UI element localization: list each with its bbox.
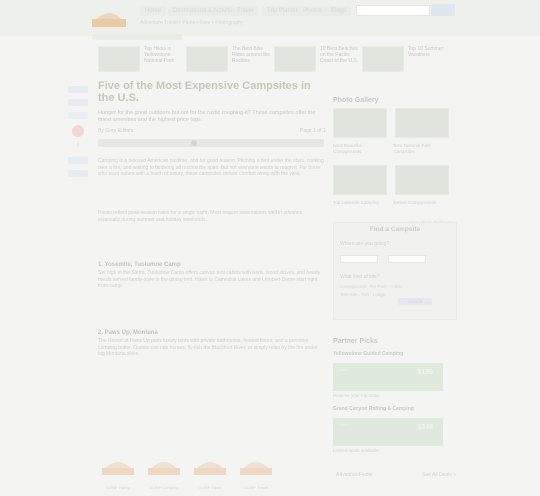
sub-navigation[interactable]: Adventure Travel • Parks • Gear • Photog… [140,20,244,26]
deal-caption[interactable]: Reserve your trip today [333,393,455,398]
feature-label[interactable]: 10 Best Beaches on the Pacific Coast of … [320,46,364,64]
article-paragraph: Camping is a beloved American pastime, a… [98,158,324,178]
media-player[interactable] [98,139,324,147]
article-byline: By Gorp Editors [98,128,134,134]
section-heading: 1. Yosemite, Tuolumne Camp [98,262,181,268]
feature-thumbnail[interactable] [98,46,140,72]
feature-label[interactable]: The Best Bike Rides around the Rockies [232,46,276,64]
gallery-thumbnail[interactable] [333,108,387,138]
twitter-share-button[interactable] [68,112,88,119]
feature-label[interactable]: Top 10 Summer Vacations [408,46,452,58]
gallery-thumbnail[interactable] [395,108,450,138]
deal-badge: Save [339,422,349,427]
deal-banner[interactable]: Save $349 [333,418,443,446]
feature-item[interactable]: The Best Bike Rides around the Rockies [186,46,276,72]
related-caption[interactable]: GORP Parks [192,485,228,490]
print-button[interactable] [68,170,88,177]
search-button[interactable] [431,4,455,16]
pinterest-icon[interactable] [72,125,84,137]
photo-gallery-heading: Photo Gallery [333,97,379,104]
deal-name[interactable]: Yellowstone Guided Camping [333,351,455,357]
feature-item[interactable]: Top Hikes in Yellowstone National Park [98,46,188,72]
date-select[interactable] [388,255,427,263]
option-checkbox[interactable]: Tent Site [340,292,358,297]
article-paragraph: Prices reflect peak-season rates for a s… [98,210,304,223]
option-checkbox[interactable]: Lodge [373,292,386,297]
partner-picks-heading: Partner Picks [333,338,378,345]
nav-blogs[interactable]: Blogs [326,6,352,16]
location-select[interactable] [340,255,378,263]
section-heading: 2. Paws Up, Montana [98,330,158,336]
deal-banner[interactable]: Save $199 [333,363,443,391]
option-checkbox[interactable]: Cabin [390,284,402,289]
related-caption[interactable]: GORP Hiking [100,485,136,490]
nav-photos[interactable]: Photos [298,6,327,16]
related-logo[interactable]: GORP Travel [238,450,274,490]
deal-price: $349 [417,424,433,431]
related-logo[interactable]: GORP Parks [192,450,228,490]
sidebar: Photo Gallery Most Beautiful Campgrounds… [333,97,455,225]
share-count: 7 [76,143,80,149]
play-icon[interactable] [191,140,197,146]
gallery-caption[interactable]: Most Beautiful Campgrounds [333,143,387,154]
search-input[interactable] [356,5,430,16]
gallery-caption[interactable]: Top Lakeside Camping [333,200,387,206]
gallery-caption[interactable]: Best National Park Campsites [393,143,447,154]
option-checkbox[interactable]: Campground [340,284,366,289]
related-caption[interactable]: GORP Travel [238,485,274,490]
like-button[interactable] [68,86,88,93]
feature-thumbnail[interactable] [274,46,316,72]
feature-item[interactable]: Top 10 Summer Vacations [362,46,452,72]
article-paragraph: Set high in the Sierra, Tuolumne Camp of… [98,270,321,290]
gallery-thumbnail[interactable] [395,165,450,195]
see-all-link[interactable]: See All Deals » [422,472,456,478]
finder-search-label[interactable]: Search [398,298,432,305]
nav-destinations[interactable]: Destinations & Activities [168,6,242,16]
page-indicator: Page 1 of 1 [300,128,326,134]
partner-picks: Partner Picks Yellowstone Guided Camping… [333,338,455,453]
option-checkbox[interactable]: Yurt [361,292,369,297]
email-share-button[interactable] [68,157,88,164]
what-label: What kind of site? [340,274,380,280]
article-paragraph: The Resort at Paws Up pairs luxury tents… [98,338,318,358]
finder-heading: Find a Campsite [369,226,421,233]
nav-travel[interactable]: Travel [232,6,259,16]
where-label: Where are you going? [340,241,390,247]
deal-price: $199 [417,369,433,376]
feature-thumbnail[interactable] [186,46,228,72]
feature-thumbnail[interactable] [362,46,404,72]
facebook-share-button[interactable] [68,99,88,106]
deal-name[interactable]: Grand Canyon Rafting & Camping [333,406,455,412]
gallery-thumbnail[interactable] [333,165,387,195]
nav-home[interactable]: Home [140,6,167,16]
related-logo[interactable]: GORP Hiking [100,450,136,490]
campsite-finder: Find a Campsite Where are you going? Wha… [333,222,457,320]
feature-item[interactable]: 10 Best Beaches on the Pacific Coast of … [274,46,364,72]
gallery-caption[interactable]: Desert Campgrounds [393,200,447,206]
finder-search-button[interactable]: Search [398,298,432,305]
powered-by-logo[interactable]: AdventureFinder [336,472,373,478]
breadcrumb[interactable] [92,34,182,40]
gorp-logo[interactable] [90,2,128,32]
share-column: 7 [66,86,90,183]
deal-caption[interactable]: Limited spots available [333,448,455,453]
option-checkbox[interactable]: RV Park [370,284,387,289]
deal-badge: Save [339,367,349,372]
article-dek: Hunger for the great outdoors but not fo… [98,110,316,123]
article-title: Five of the Most Expensive Campsites in … [98,80,311,104]
feature-label[interactable]: Top Hikes in Yellowstone National Park [144,46,188,64]
related-caption[interactable]: GORP Camping [146,485,182,490]
related-logo[interactable]: GORP Camping [146,450,182,490]
